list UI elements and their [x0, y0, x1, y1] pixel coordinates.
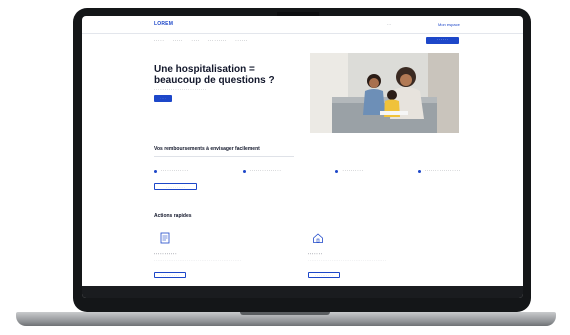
step-item: · · · · · · · · · · · · · · · · · — [417, 169, 460, 173]
site-logo[interactable]: LOREM — [154, 21, 173, 27]
document-icon — [160, 232, 170, 244]
laptop-base-notch — [240, 312, 330, 315]
hero-title: Une hospitalisation = beaucoup de questi… — [154, 64, 275, 86]
bottom-bezel — [82, 286, 523, 298]
hero-subtitle: · · · · · · · · · · · · · · · · · · · · … — [154, 88, 207, 92]
card-2-button[interactable]: · · · · · · · · · · — [308, 272, 340, 278]
steps-section-title: Vos remboursements à envisager facilemen… — [154, 146, 260, 152]
search-icon[interactable]: ··· — [387, 22, 391, 27]
step-label: · · · · · · · · · · · · · · · · · — [424, 169, 460, 173]
step-label: · · · · · · · · · · — [342, 169, 363, 173]
nav-cta-button[interactable]: · · · · · · — [426, 37, 459, 44]
step-label: · · · · · · · · · · · · · · · — [249, 169, 281, 173]
step-dot-icon — [335, 169, 339, 173]
card-1-title: · · · · · · · · · · · — [154, 252, 177, 256]
step-label: · · · · · · · · · · · · · — [161, 169, 188, 173]
site-header: LOREM ··· Mon espace — [82, 16, 523, 34]
card-1-text: · · · · · · · · · · · · · · · · · · · · … — [154, 258, 242, 262]
step-dot-icon — [154, 169, 157, 173]
steps-list: · · · · · · · · · · · · · · · · · · · · … — [154, 169, 460, 173]
step-dot-icon — [417, 169, 421, 173]
step-item: · · · · · · · · · · · · · — [154, 169, 188, 173]
step-item: · · · · · · · · · · · · · · · — [242, 169, 281, 173]
nav-item-2[interactable]: · · · · · — [173, 39, 183, 43]
family-illustration — [310, 53, 459, 133]
step-dot-icon — [242, 169, 246, 173]
step-item: · · · · · · · · · · — [335, 169, 363, 173]
nav-item-1[interactable]: · · · · · — [154, 39, 164, 43]
hero-family-photo — [310, 53, 459, 133]
nav-item-5[interactable]: · · · · · · — [235, 39, 247, 43]
nav-item-3[interactable]: · · · · — [191, 39, 199, 43]
steps-more-button[interactable]: · · · · · · · · · · · — [154, 183, 197, 190]
card-1-button[interactable]: · · · · · · · · · · — [154, 272, 186, 278]
main-nav: · · · · · · · · · · · · · · · · · · · · … — [154, 39, 247, 43]
hero-button[interactable]: · · · · — [154, 95, 172, 102]
card-2-title: · · · · · · · — [308, 252, 322, 256]
nav-item-4[interactable]: · · · · · · · · · — [208, 39, 226, 43]
section-divider — [154, 156, 294, 157]
house-icon — [313, 233, 323, 243]
card-2-text: · · · · · · · · · · · · · · · · · · · · … — [308, 258, 386, 262]
screen: LOREM ··· Mon espace · · · · · · · · · ·… — [82, 16, 523, 298]
quick-actions-title: Actions rapides — [154, 213, 192, 219]
account-link[interactable]: Mon espace — [438, 22, 460, 27]
